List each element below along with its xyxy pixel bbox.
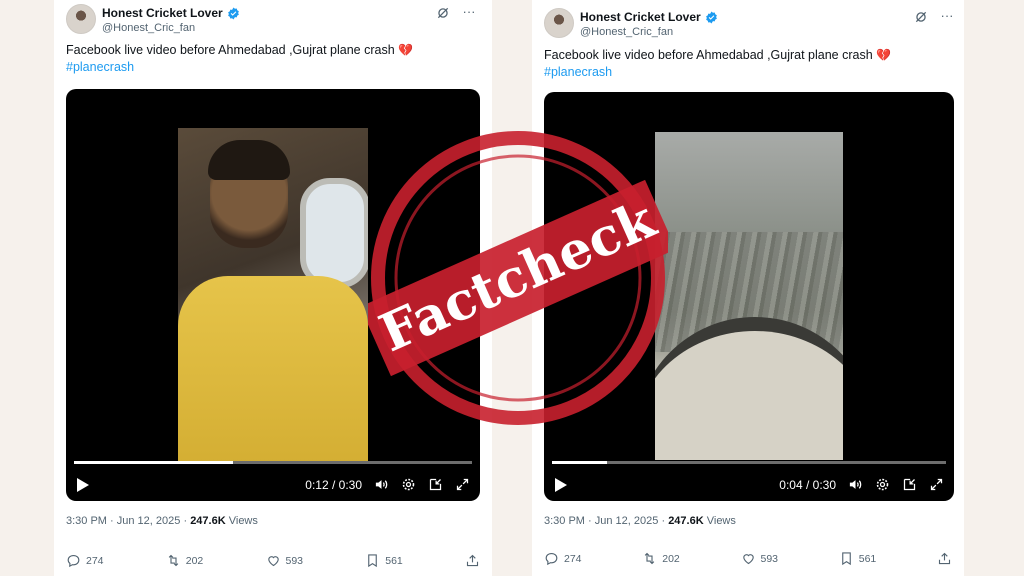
yellow-shirt — [178, 276, 368, 461]
settings-gear-icon[interactable] — [401, 477, 416, 492]
like-count: 593 — [285, 554, 304, 567]
verified-badge-icon — [705, 11, 717, 23]
avatar[interactable] — [66, 4, 96, 34]
airplane-window — [300, 178, 368, 288]
avatar[interactable] — [544, 8, 574, 38]
views-label: Views — [706, 515, 736, 527]
video-controls-right: 0:04 / 0:30 — [779, 477, 944, 492]
meta-separator: · — [588, 515, 592, 527]
meta-separator: · — [661, 515, 666, 527]
tweet-actions: 274 202 593 561 — [544, 551, 952, 566]
repost-icon — [644, 552, 655, 565]
heart-icon — [267, 556, 279, 567]
pip-icon[interactable] — [902, 477, 917, 492]
more-options-icon[interactable]: ··· — [940, 9, 954, 24]
reply-button[interactable]: 274 — [66, 553, 104, 568]
grok-icon[interactable] — [914, 10, 928, 24]
author-handle[interactable]: @Honest_Cric_fan — [580, 26, 673, 38]
views-label: Views — [228, 515, 258, 527]
share-icon — [466, 554, 479, 567]
repost-button[interactable]: 202 — [642, 551, 680, 566]
fullscreen-icon[interactable] — [929, 477, 944, 492]
author-handle[interactable]: @Honest_Cric_fan — [102, 22, 195, 34]
post-time[interactable]: 3:30 PM — [66, 515, 107, 527]
reply-count: 274 — [86, 554, 104, 567]
tweet-body: Facebook live video before Ahmedabad ,Gu… — [544, 48, 873, 62]
bookmark-icon — [841, 552, 851, 566]
author-name[interactable]: Honest Cricket Lover — [102, 6, 223, 20]
post-date[interactable]: Jun 12, 2025 — [117, 515, 181, 527]
heart-icon — [742, 554, 754, 565]
settings-gear-icon[interactable] — [875, 477, 890, 492]
reply-icon — [545, 552, 558, 566]
more-options-icon[interactable]: ··· — [462, 5, 476, 20]
video-frame — [655, 132, 843, 460]
repost-button[interactable]: 202 — [166, 553, 204, 568]
meta-separator: · — [183, 515, 188, 527]
tweet-header: Honest Cricket Lover @Honest_Cric_fan ··… — [544, 8, 954, 40]
tweet-meta: 3:30 PM · Jun 12, 2025 · 247.6K Views — [544, 515, 736, 527]
grok-icon[interactable] — [436, 6, 450, 20]
tweet-meta: 3:30 PM · Jun 12, 2025 · 247.6K Views — [66, 515, 258, 527]
bookmark-icon — [368, 554, 378, 568]
hashtag-link[interactable]: #planecrash — [66, 59, 413, 76]
views-count: 247.6K — [668, 515, 704, 527]
tweet-actions: 274 202 593 561 — [66, 553, 480, 568]
factcheck-stamp: Factcheck — [368, 131, 668, 425]
repost-icon — [168, 554, 179, 567]
tweet-header: Honest Cricket Lover @Honest_Cric_fan ··… — [66, 4, 476, 36]
video-progress-fill — [552, 461, 608, 464]
fullscreen-icon[interactable] — [455, 477, 470, 492]
video-progress-bar[interactable] — [74, 461, 472, 464]
video-time: 0:12 / 0:30 — [305, 477, 362, 492]
reply-count: 274 — [564, 552, 582, 565]
tweet-body: Facebook live video before Ahmedabad ,Gu… — [66, 43, 395, 57]
pip-icon[interactable] — [428, 477, 443, 492]
verified-badge-icon — [227, 7, 239, 19]
repost-count: 202 — [185, 554, 204, 567]
tweet-text: Facebook live video before Ahmedabad ,Gu… — [544, 47, 891, 81]
play-icon[interactable] — [76, 477, 90, 493]
share-button[interactable] — [937, 551, 952, 566]
share-icon — [938, 552, 951, 565]
stamp-band: Factcheck — [368, 179, 668, 377]
video-controls: 0:12 / 0:30 — [66, 471, 480, 501]
like-count: 593 — [760, 552, 779, 565]
play-icon[interactable] — [554, 477, 568, 493]
video-controls: 0:04 / 0:30 — [544, 471, 954, 501]
reply-button[interactable]: 274 — [544, 551, 582, 566]
bookmark-button[interactable]: 561 — [839, 551, 877, 566]
share-button[interactable] — [465, 553, 480, 568]
video-frame — [178, 128, 368, 461]
header-icons: ··· — [914, 9, 954, 24]
broken-heart-emoji: 💔 — [876, 48, 892, 62]
broken-heart-emoji: 💔 — [398, 43, 414, 57]
reply-icon — [67, 554, 80, 568]
views-count: 247.6K — [190, 515, 226, 527]
like-button[interactable]: 593 — [741, 551, 779, 566]
video-controls-right: 0:12 / 0:30 — [305, 477, 470, 492]
bookmark-button[interactable]: 561 — [365, 553, 403, 568]
author-name[interactable]: Honest Cricket Lover — [580, 10, 701, 24]
header-icons: ··· — [436, 5, 476, 20]
like-button[interactable]: 593 — [266, 553, 304, 568]
name-row: Honest Cricket Lover — [102, 6, 240, 20]
video-progress-bar[interactable] — [552, 461, 946, 464]
post-time[interactable]: 3:30 PM — [544, 515, 585, 527]
bookmark-count: 561 — [385, 554, 403, 567]
meta-separator: · — [110, 515, 114, 527]
volume-icon[interactable] — [374, 477, 389, 492]
tweet-text: Facebook live video before Ahmedabad ,Gu… — [66, 42, 413, 76]
repost-count: 202 — [662, 552, 680, 565]
person-hair — [208, 140, 290, 180]
video-progress-fill — [74, 461, 234, 464]
volume-icon[interactable] — [848, 477, 863, 492]
post-date[interactable]: Jun 12, 2025 — [595, 515, 659, 527]
bookmark-count: 561 — [858, 552, 877, 565]
hashtag-link[interactable]: #planecrash — [544, 64, 891, 81]
video-time: 0:04 / 0:30 — [779, 477, 836, 492]
name-row: Honest Cricket Lover — [580, 10, 718, 24]
